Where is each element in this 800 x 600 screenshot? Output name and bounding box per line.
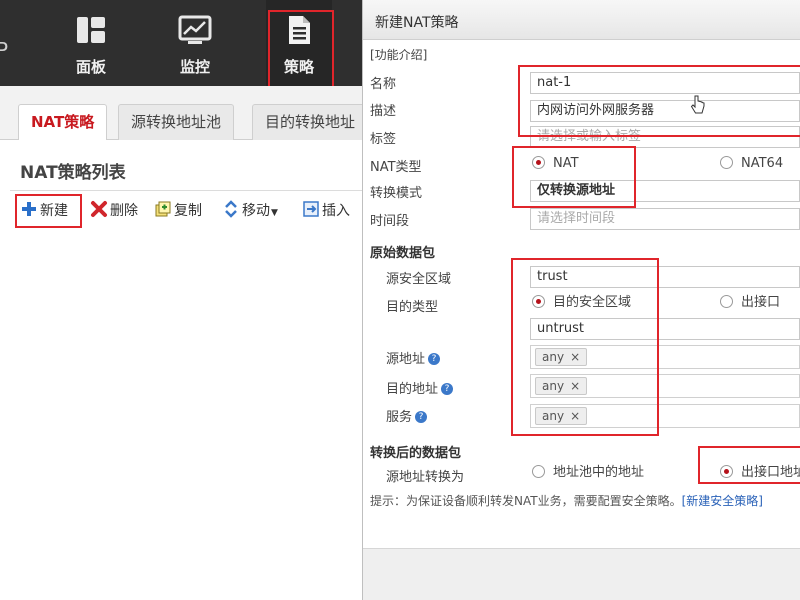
radio-unselected-icon xyxy=(532,465,545,478)
insert-button-label: 插入 xyxy=(322,203,350,219)
nat-type-label: NAT类型 xyxy=(370,160,422,175)
dialog-title: 新建NAT策略 xyxy=(375,15,459,31)
src-zone-select[interactable]: trust xyxy=(530,266,800,288)
service-tag: any × xyxy=(535,407,588,425)
radio-pool-address[interactable]: 地址池中的地址 xyxy=(532,464,644,482)
src-address-tag: any × xyxy=(535,348,588,366)
radio-selected-icon xyxy=(532,295,545,308)
plus-icon xyxy=(22,202,36,216)
schedule-label: 时间段 xyxy=(370,214,410,229)
tip-text: 提示：为保证设备顺利转发NAT业务，需要配置安全策略。[新建安全策略] xyxy=(370,494,763,508)
list-title: NAT策略列表 xyxy=(20,163,126,183)
new-button-label: 新建 xyxy=(40,203,68,219)
delete-button-label: 删除 xyxy=(110,203,138,219)
monitor-icon xyxy=(178,15,212,44)
divider xyxy=(10,190,362,191)
copy-button-label: 复制 xyxy=(174,203,202,219)
radio-out-interface-address[interactable]: 出接口地址 xyxy=(720,464,800,482)
src-zone-label: 源安全区域 xyxy=(386,272,452,287)
original-packet-heading: 原始数据包 xyxy=(370,246,436,261)
radio-pool-address-label: 地址池中的地址 xyxy=(553,465,645,480)
dst-zone-select[interactable]: untrust xyxy=(530,318,800,340)
remove-tag-icon[interactable]: × xyxy=(570,350,580,364)
radio-out-interface[interactable]: 出接口 xyxy=(720,294,780,312)
radio-selected-icon xyxy=(532,156,545,169)
radio-out-interface-label: 出接口 xyxy=(741,295,781,310)
delete-x-icon xyxy=(91,201,107,217)
nav-item-dashboard[interactable]: 面板 xyxy=(58,0,124,86)
copy-icon xyxy=(155,201,171,217)
help-icon[interactable]: ? xyxy=(415,410,428,423)
radio-out-interface-address-label: 出接口地址 xyxy=(741,465,800,480)
radio-unselected-icon xyxy=(720,295,733,308)
tab-bar: NAT策略 源转换地址池 目的转换地址 xyxy=(0,86,369,141)
move-button[interactable]: 移动▼ xyxy=(222,200,278,222)
mouse-cursor-icon xyxy=(690,95,705,114)
remove-tag-icon[interactable]: × xyxy=(570,379,580,393)
tag-label: 标签 xyxy=(370,132,397,147)
help-icon[interactable]: ? xyxy=(428,352,441,365)
document-icon xyxy=(289,16,310,44)
radio-unselected-icon xyxy=(720,156,733,169)
tab-nat-policy[interactable]: NAT策略 xyxy=(18,104,108,141)
nav-label-dashboard: 面板 xyxy=(75,58,106,76)
mode-label: 转换模式 xyxy=(370,186,423,201)
insert-button[interactable]: 插入 xyxy=(302,200,350,222)
copy-button[interactable]: 复制 xyxy=(154,200,202,222)
description-input[interactable]: 内网访问外网服务器 xyxy=(530,100,800,122)
new-button[interactable]: 新建 xyxy=(20,200,68,222)
nav-label-policy: 策略 xyxy=(283,58,314,76)
nav-item-policy[interactable]: 策略 xyxy=(266,0,332,86)
help-icon[interactable]: ? xyxy=(441,382,454,395)
dialog-footer xyxy=(363,548,800,600)
tab-destination-translation[interactable]: 目的转换地址 xyxy=(252,104,369,140)
radio-dst-zone[interactable]: 目的安全区域 xyxy=(532,294,631,312)
tab-source-pool[interactable]: 源转换地址池 xyxy=(118,104,235,140)
src-address-label: 源地址? xyxy=(386,348,441,367)
policy-content-area: NAT策略 源转换地址池 目的转换地址 NAT策略列表 xyxy=(0,86,369,600)
dashboard-icon xyxy=(77,17,105,43)
tag-input[interactable]: 请选择或输入标签 xyxy=(530,126,800,148)
dst-address-label: 目的地址? xyxy=(386,378,454,397)
feature-intro-link[interactable]: [功能介绍] xyxy=(370,46,427,63)
dropdown-caret-icon: ▼ xyxy=(271,208,278,218)
insert-icon xyxy=(303,201,319,217)
schedule-select[interactable]: 请选择时间段 xyxy=(530,208,800,230)
radio-selected-icon xyxy=(720,465,733,478)
service-label: 服务? xyxy=(386,406,428,425)
move-button-label: 移动 xyxy=(242,203,270,219)
nav-label-monitor: 监控 xyxy=(179,58,210,76)
new-security-policy-link[interactable]: [新建安全策略] xyxy=(682,494,763,508)
translated-packet-heading: 转换后的数据包 xyxy=(370,446,462,461)
radio-nat-label: NAT xyxy=(553,156,579,171)
description-label: 描述 xyxy=(370,104,397,119)
nav-item-monitor[interactable]: 监控 xyxy=(162,0,228,86)
radio-nat64[interactable]: NAT64 xyxy=(720,155,783,173)
name-input[interactable]: nat-1 xyxy=(530,72,800,94)
top-navigation-bar: P 面板 监控 策略 xyxy=(0,0,362,86)
dialog-header: 新建NAT策略 xyxy=(363,0,800,40)
dst-type-label: 目的类型 xyxy=(386,300,439,315)
radio-dst-zone-label: 目的安全区域 xyxy=(553,295,632,310)
name-label: 名称 xyxy=(370,77,397,92)
src-translate-label: 源地址转换为 xyxy=(386,470,465,485)
delete-button[interactable]: 删除 xyxy=(90,200,138,222)
dst-address-tag: any × xyxy=(535,377,588,395)
remove-tag-icon[interactable]: × xyxy=(570,409,580,423)
mode-select[interactable]: 仅转换源地址 xyxy=(530,180,800,202)
brand-fragment: P xyxy=(0,38,9,62)
radio-nat[interactable]: NAT xyxy=(532,155,579,173)
radio-nat64-label: NAT64 xyxy=(741,156,784,171)
up-down-arrow-icon xyxy=(225,200,237,218)
